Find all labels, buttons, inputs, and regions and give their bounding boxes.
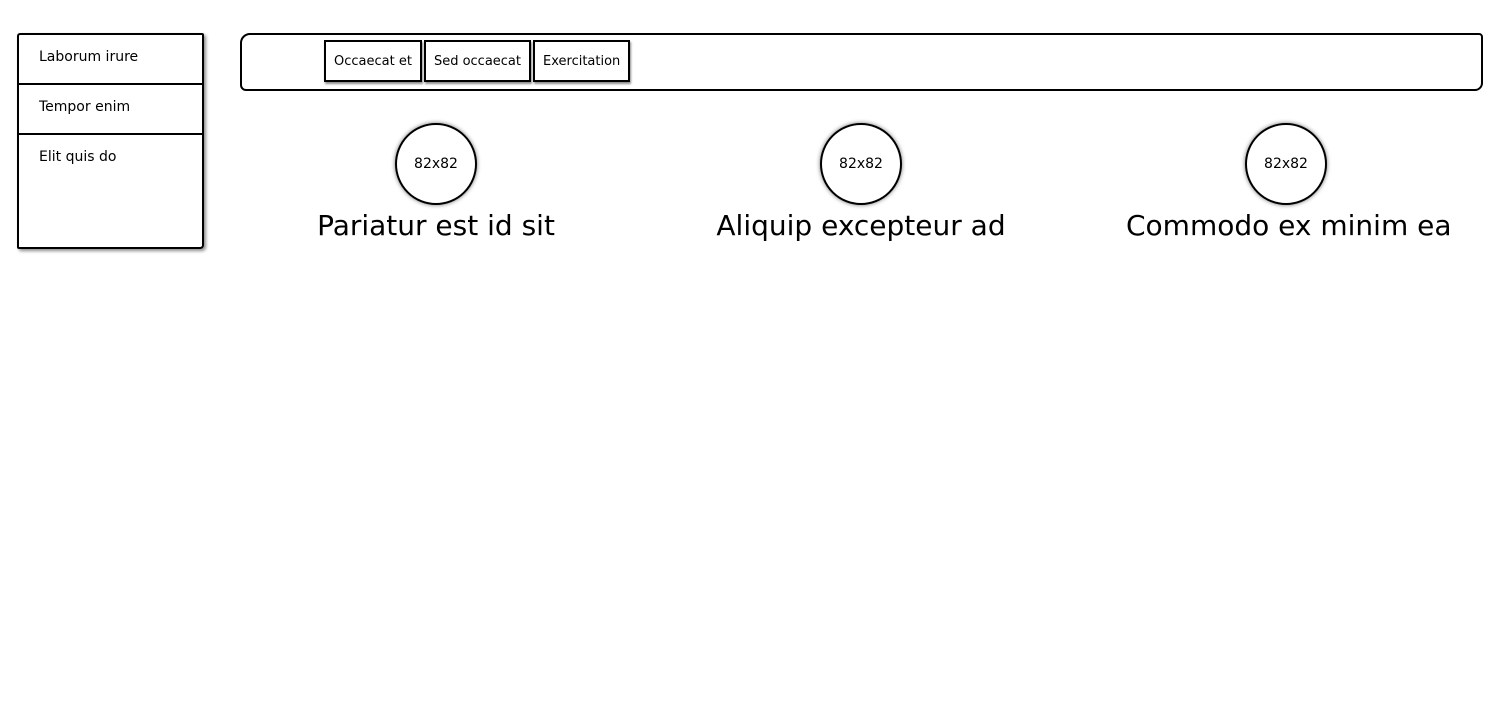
image-placeholder: 82x82 [395, 123, 477, 205]
image-placeholder-label: 82x82 [839, 156, 883, 172]
card-title: Pariatur est id sit [317, 209, 555, 242]
sidebar-item-tempor-enim[interactable]: Tempor enim [19, 85, 202, 135]
top-navigation-bar: Occaecat et Sed occaecat Exercitation [240, 33, 1483, 91]
tab-occaecat-et[interactable]: Occaecat et [324, 40, 422, 82]
image-placeholder-label: 82x82 [414, 156, 458, 172]
image-placeholder-label: 82x82 [1264, 156, 1308, 172]
tab-label: Sed occaecat [433, 53, 521, 69]
sidebar-item-laborum-irure[interactable]: Laborum irure [19, 35, 202, 85]
sidebar-item-label: Elit quis do [39, 149, 117, 165]
tab-label: Occaecat et [334, 53, 412, 69]
content-card: 82x82 Commodo ex minim ea [1126, 123, 1452, 245]
sidebar-item-elit-quis-do[interactable]: Elit quis do [19, 135, 202, 185]
sidebar-menu: Laborum irure Tempor enim Elit quis do [17, 33, 204, 249]
tab-exercitation[interactable]: Exercitation [533, 40, 631, 82]
content-card: 82x82 Aliquip excepteur ad [701, 123, 1021, 245]
tab-group: Occaecat et Sed occaecat Exercitation [324, 40, 632, 82]
tab-sed-occaecat[interactable]: Sed occaecat [423, 40, 531, 82]
sidebar-item-label: Laborum irure [39, 49, 139, 65]
sidebar-item-label: Tempor enim [39, 99, 131, 115]
image-placeholder: 82x82 [1245, 123, 1327, 205]
card-title: Commodo ex minim ea [1126, 209, 1452, 242]
image-placeholder: 82x82 [820, 123, 902, 205]
content-card: 82x82 Pariatur est id sit [276, 123, 596, 245]
card-title: Aliquip excepteur ad [716, 209, 1006, 242]
tab-label: Exercitation [543, 53, 621, 69]
